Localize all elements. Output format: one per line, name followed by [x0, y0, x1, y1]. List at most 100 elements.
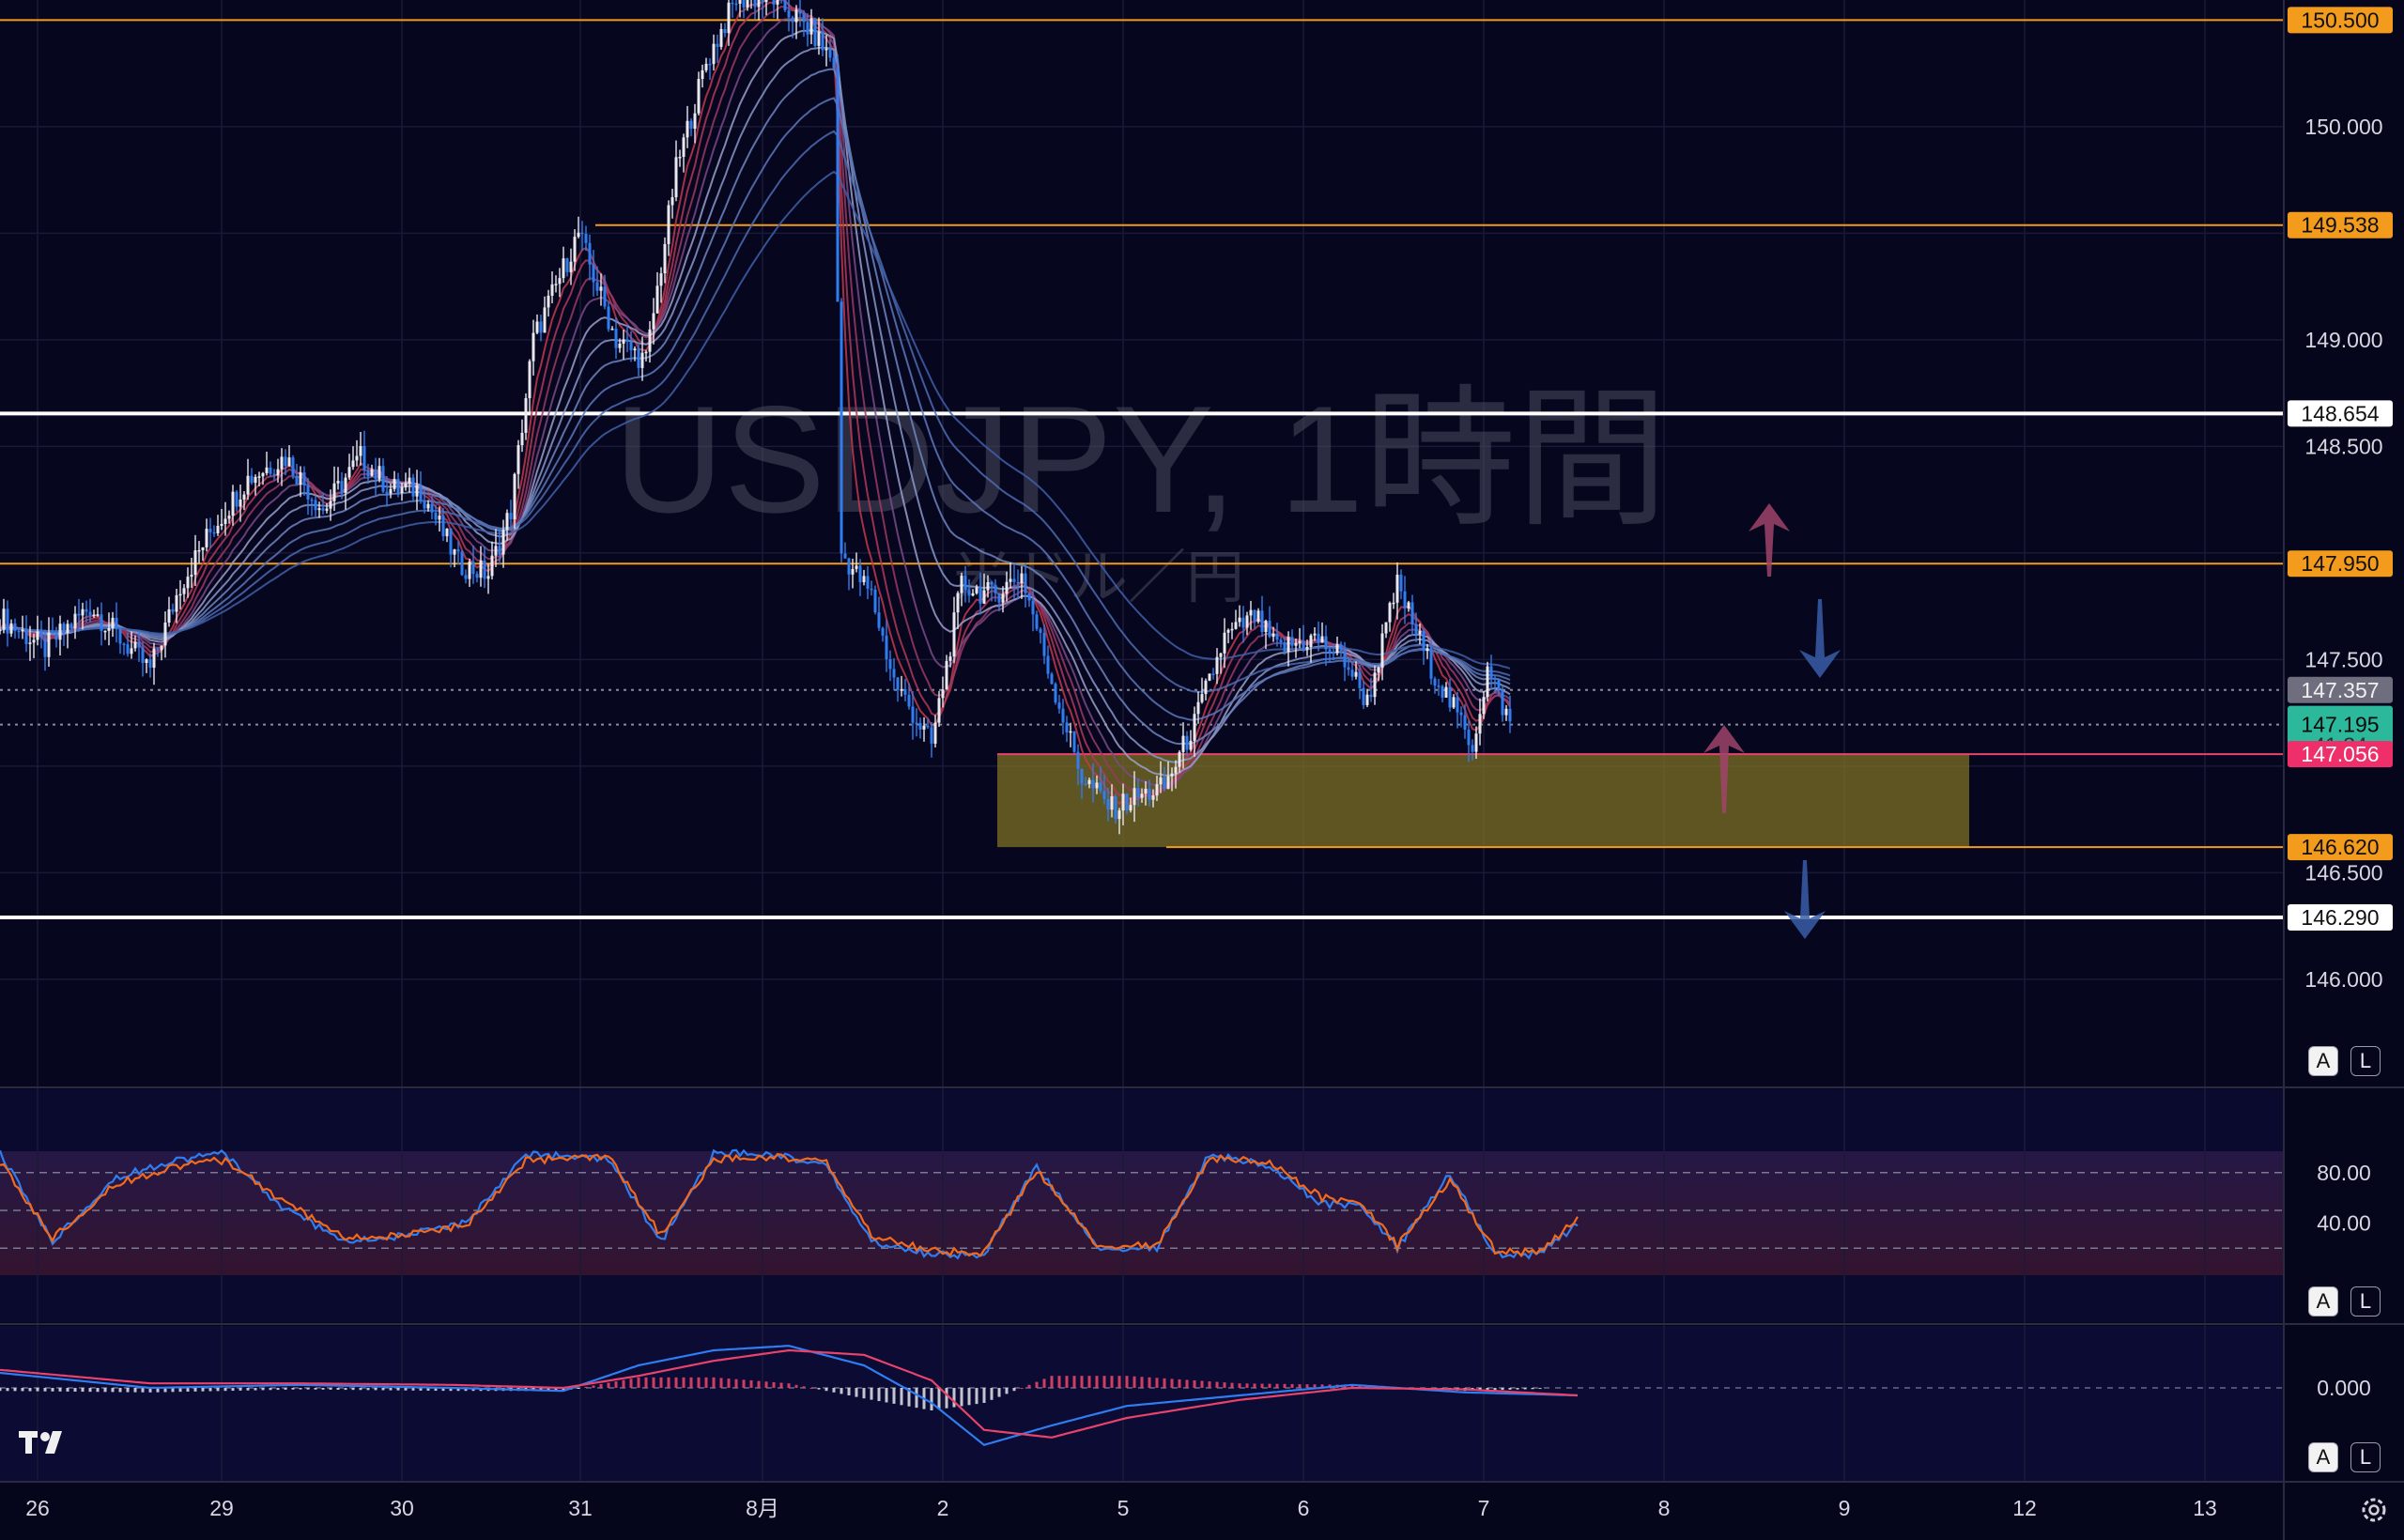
candle-body — [1238, 617, 1241, 623]
macd-histogram-bar — [141, 1388, 145, 1393]
macd-histogram-bar — [1185, 1379, 1189, 1388]
candle-body — [1429, 648, 1433, 679]
candle-body — [1016, 581, 1020, 584]
candle-body — [558, 278, 562, 285]
candle-body — [1283, 642, 1287, 653]
candle-body — [524, 398, 528, 433]
macd-histogram-bar — [1042, 1378, 1046, 1388]
macd-histogram-bar — [689, 1377, 693, 1388]
macd-histogram-bar — [1125, 1376, 1129, 1388]
auto-scale-button-price[interactable]: A — [2308, 1046, 2338, 1076]
macd-histogram-bar — [712, 1377, 716, 1388]
macd-histogram-bar — [1057, 1376, 1061, 1388]
log-scale-button-stoch[interactable]: L — [2350, 1286, 2381, 1317]
candle-body — [430, 503, 434, 513]
macd-histogram-bar — [208, 1388, 212, 1392]
macd-histogram-bar — [1065, 1376, 1069, 1388]
candle-body — [62, 624, 66, 633]
macd-histogram-bar — [1005, 1388, 1009, 1394]
candle-body — [915, 722, 918, 725]
candle-body — [667, 205, 670, 244]
candle-body — [1365, 694, 1369, 705]
macd-histogram-bar — [66, 1388, 69, 1392]
candle-body — [400, 486, 404, 494]
candle-body — [295, 475, 299, 485]
macd-histogram-bar — [1200, 1380, 1204, 1388]
macd-histogram-bar — [1140, 1377, 1144, 1388]
log-scale-button-price[interactable]: L — [2350, 1046, 2381, 1076]
candle-body — [276, 469, 280, 476]
candle-body — [994, 584, 997, 593]
macd-histogram-bar — [1027, 1384, 1031, 1388]
candle-body — [498, 546, 501, 555]
candle-body — [614, 329, 618, 348]
macd-histogram-bar — [697, 1377, 701, 1388]
auto-scale-button-macd[interactable]: A — [2308, 1442, 2338, 1472]
candle-body — [648, 329, 652, 352]
candle-body — [1114, 795, 1117, 820]
candle-body — [269, 467, 272, 474]
candle-body — [1294, 642, 1298, 646]
macd-histogram-bar — [915, 1388, 918, 1409]
macd-histogram-bar — [103, 1388, 107, 1393]
trading-chart[interactable]: USDJPY, 1時間 米ドル／円 150.000 149.000 148.500 1… — [0, 0, 2404, 1540]
candle-body — [39, 631, 43, 639]
candle-body — [569, 261, 573, 272]
candle-body — [888, 659, 892, 670]
candle-body — [171, 608, 175, 612]
candle-body — [385, 491, 389, 494]
candle-body — [445, 528, 449, 537]
time-tick-label: 7 — [1478, 1496, 1490, 1520]
settings-gear-icon[interactable] — [2355, 1491, 2393, 1529]
macd-histogram-bar — [990, 1388, 994, 1400]
time-tick-label: 12 — [2012, 1496, 2037, 1520]
candle-body — [1230, 628, 1234, 631]
macd-histogram-bar — [1493, 1388, 1497, 1391]
candle-body — [145, 659, 148, 663]
candle-body — [873, 589, 877, 613]
candle-body — [1181, 735, 1185, 752]
macd-histogram-bar — [1020, 1388, 1024, 1389]
log-scale-button-macd[interactable]: L — [2350, 1442, 2381, 1472]
candle-body — [1399, 575, 1403, 592]
macd-histogram-bar — [945, 1388, 948, 1409]
candle-body — [866, 576, 870, 589]
candle-body — [1298, 640, 1302, 643]
candle-body — [1110, 795, 1114, 810]
macd-histogram-bar — [719, 1378, 723, 1388]
candle-body — [160, 645, 163, 651]
macd-histogram-bar — [870, 1388, 873, 1400]
candle-body — [1031, 600, 1035, 615]
candle-body — [374, 469, 378, 480]
candle-body — [787, 9, 791, 18]
candle-body — [490, 555, 494, 577]
candle-body — [1384, 622, 1388, 634]
candle-body — [1136, 788, 1140, 798]
candle-body — [1215, 656, 1219, 674]
candle-body — [332, 483, 336, 501]
candle-body — [712, 43, 716, 65]
macd-histogram-bar — [43, 1388, 47, 1392]
candle-body — [1001, 593, 1005, 603]
candle-body — [817, 32, 821, 46]
macd-histogram-bar — [817, 1388, 821, 1390]
candle-body — [43, 638, 47, 657]
candle-body — [535, 321, 539, 333]
candle-body — [1332, 652, 1335, 654]
candle-body — [607, 306, 610, 330]
candle-body — [1125, 793, 1129, 811]
macd-histogram-bar — [28, 1388, 32, 1392]
candle-body — [111, 617, 115, 629]
time-tick-label: 8 — [1658, 1496, 1671, 1520]
auto-scale-button-stoch[interactable]: A — [2308, 1286, 2338, 1317]
candle-body — [287, 457, 291, 467]
tradingview-logo[interactable] — [19, 1427, 73, 1459]
candle-body — [205, 529, 208, 547]
macd-histogram-bar — [855, 1388, 858, 1397]
candle-body — [1271, 633, 1275, 638]
candle-body — [92, 614, 96, 616]
candle-body — [137, 641, 141, 648]
candle-body — [1486, 666, 1489, 698]
candle-body — [1493, 678, 1497, 680]
candle-body — [501, 530, 505, 555]
